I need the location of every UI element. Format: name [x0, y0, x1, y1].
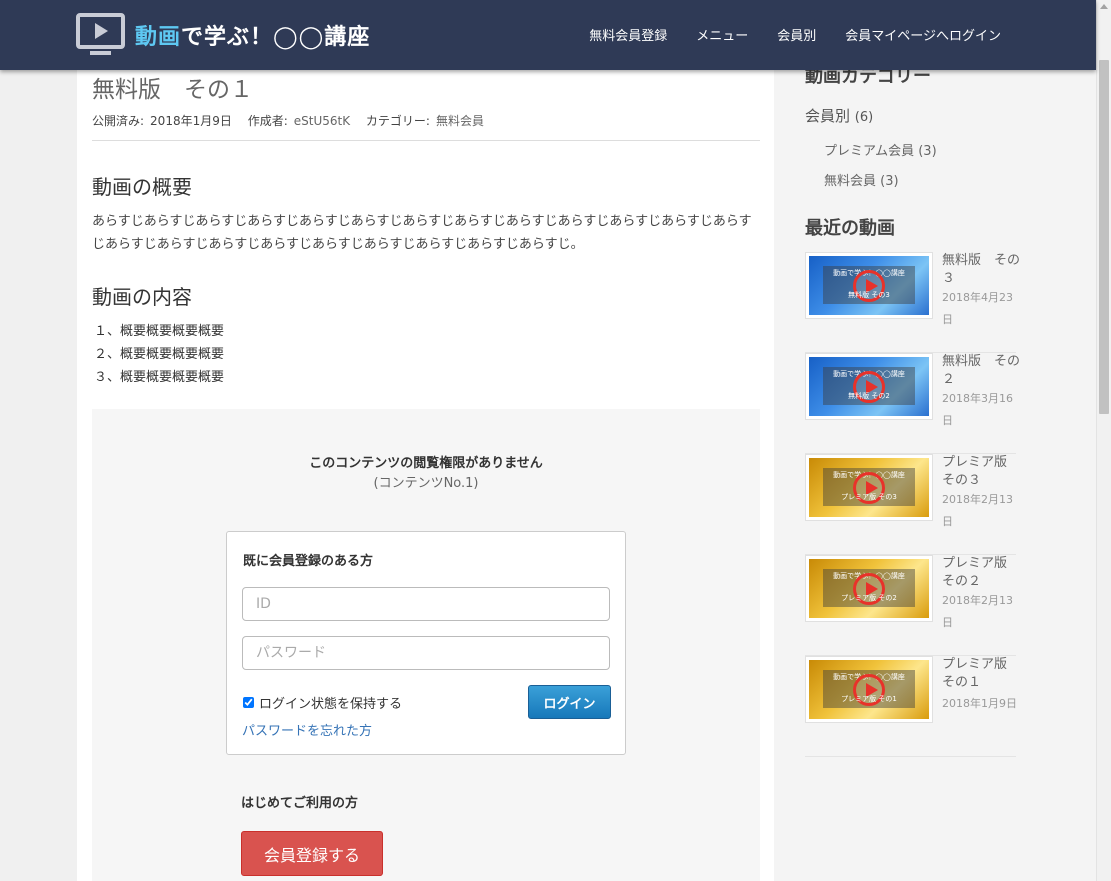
category-label[interactable]: 無料会員 [824, 174, 876, 189]
thumbnail-caption: 無料版 その2 [848, 392, 890, 400]
scrollbar-thumb[interactable] [1099, 60, 1109, 414]
nav-menu[interactable]: メニュー [696, 25, 748, 44]
content-number: (コンテンツNo.1) [373, 476, 479, 491]
login-form: 既に会員登録のある方 ログイン状態を保持する ログイン パスワードを忘れた方 [226, 531, 626, 755]
thumbnail-caption: 無料版 その3 [848, 291, 890, 299]
page-scrollbar[interactable] [1096, 0, 1111, 881]
list-item: ２、概要概要概要概要 [94, 347, 225, 362]
recent-video-title[interactable]: 無料版 その２ [942, 353, 1020, 389]
video-thumbnail[interactable]: 動画で学ぶ！◯◯講座 無料版 その3 [805, 252, 933, 319]
thumbnail-image: 動画で学ぶ！◯◯講座 プレミア版 その1 [809, 660, 929, 719]
recent-video-item[interactable]: 動画で学ぶ！◯◯講座 プレミア版 その3 プレミア版 その３ 2018年2月13日 [805, 454, 1016, 555]
main-nav: 無料会員登録 メニュー 会員別 会員マイページへログイン [589, 25, 1001, 44]
recent-video-item[interactable]: 動画で学ぶ！◯◯講座 プレミア版 その1 プレミア版 その１ 2018年1月9日 [805, 656, 1017, 757]
category-count: (6) [854, 110, 874, 125]
category-item-premium[interactable]: プレミアム会員 (3) [824, 140, 937, 159]
nav-free-register[interactable]: 無料会員登録 [589, 25, 667, 44]
category-count: (3) [880, 174, 899, 189]
register-button[interactable]: 会員登録する [241, 831, 383, 876]
password-input[interactable] [242, 636, 610, 670]
login-button[interactable]: ログイン [528, 685, 611, 719]
overview-heading: 動画の概要 [92, 175, 192, 199]
category-label: カテゴリー: [365, 114, 430, 128]
divider [92, 140, 760, 141]
category-count: (3) [918, 144, 937, 159]
first-time-label: はじめてご利用の方 [241, 796, 359, 811]
scroll-up-arrow-icon[interactable] [1100, 4, 1108, 9]
thumbnail-image: 動画で学ぶ！◯◯講座 無料版 その3 [809, 256, 929, 315]
id-input[interactable] [242, 587, 610, 621]
remember-checkbox[interactable] [243, 697, 254, 708]
recent-video-date: 2018年1月9日 [942, 697, 1017, 710]
overview-text: あらすじあらすじあらすじあらすじあらすじあらすじあらすじあらすじあらすじあらすじ… [92, 214, 752, 252]
list-item: ３、概要概要概要概要 [94, 370, 225, 385]
recent-video-date: 2018年2月13日 [942, 493, 1013, 528]
recent-video-title[interactable]: 無料版 その３ [942, 252, 1020, 288]
post-meta: 公開済み: 2018年1月9日 作成者: eStU56tK カテゴリー: 無料会員 [92, 112, 490, 129]
thumbnail-image: 動画で学ぶ！◯◯講座 プレミア版 その2 [809, 559, 929, 618]
thumbnail-caption: プレミア版 その1 [841, 695, 897, 703]
site-logo-text: 動画で学ぶ！◯◯講座 [135, 24, 371, 50]
recent-video-item[interactable]: 動画で学ぶ！◯◯講座 無料版 その2 無料版 その２ 2018年3月16日 [805, 353, 1020, 454]
category-label[interactable]: プレミアム会員 [824, 144, 914, 159]
published-date: 2018年1月9日 [150, 114, 232, 128]
thumbnail-image: 動画で学ぶ！◯◯講座 無料版 その2 [809, 357, 929, 416]
recent-video-title[interactable]: プレミア版 その３ [942, 454, 1020, 490]
recent-heading: 最近の動画 [805, 218, 895, 239]
content-heading: 動画の内容 [92, 285, 192, 309]
published-label: 公開済み: [92, 114, 145, 128]
recent-video-date: 2018年4月23日 [942, 291, 1013, 326]
category-label[interactable]: 会員別 [805, 107, 850, 125]
post-title: 無料版 その１ [92, 77, 253, 103]
remember-me[interactable]: ログイン状態を保持する [243, 693, 402, 712]
content-list: １、概要概要概要概要 ２、概要概要概要概要 ３、概要概要概要概要 [94, 320, 224, 389]
video-thumbnail[interactable]: 動画で学ぶ！◯◯講座 プレミア版 その2 [805, 555, 933, 622]
site-header: 動画で学ぶ！◯◯講座 無料会員登録 メニュー 会員別 会員マイページへログイン [0, 0, 1096, 70]
monitor-play-icon [76, 13, 125, 57]
author-label: 作成者: [247, 114, 288, 128]
thumbnail-caption: プレミア版 その3 [841, 493, 897, 501]
list-item: １、概要概要概要概要 [94, 324, 225, 339]
thumbnail-caption: プレミア版 その2 [841, 594, 897, 602]
video-thumbnail[interactable]: 動画で学ぶ！◯◯講座 プレミア版 その3 [805, 454, 933, 521]
nav-by-membership[interactable]: 会員別 [777, 25, 816, 44]
video-thumbnail[interactable]: 動画で学ぶ！◯◯講座 無料版 その2 [805, 353, 933, 420]
category-item-root[interactable]: 会員別 (6) [805, 105, 873, 126]
remember-label: ログイン状態を保持する [259, 697, 403, 712]
login-form-title: 既に会員登録のある方 [243, 554, 374, 569]
recent-video-item[interactable]: 動画で学ぶ！◯◯講座 プレミア版 その2 プレミア版 その２ 2018年2月13日 [805, 555, 1016, 656]
no-permission-message: このコンテンツの閲覧権限がありません [309, 456, 543, 471]
recent-video-title[interactable]: プレミア版 その１ [942, 656, 1020, 692]
author-link[interactable]: eStU56tK [294, 114, 350, 128]
recent-video-date: 2018年2月13日 [942, 594, 1013, 629]
thumbnail-image: 動画で学ぶ！◯◯講座 プレミア版 その3 [809, 458, 929, 517]
nav-mypage-login[interactable]: 会員マイページへログイン [845, 25, 1001, 44]
video-thumbnail[interactable]: 動画で学ぶ！◯◯講座 プレミア版 その1 [805, 656, 933, 723]
site-logo[interactable]: 動画で学ぶ！◯◯講座 [76, 13, 370, 57]
recent-video-item[interactable]: 動画で学ぶ！◯◯講座 無料版 その3 無料版 その３ 2018年4月23日 [805, 252, 1020, 353]
category-item-free[interactable]: 無料会員 (3) [824, 170, 899, 189]
recent-video-date: 2018年3月16日 [942, 392, 1013, 427]
category-link[interactable]: 無料会員 [436, 114, 484, 128]
forgot-password-link[interactable]: パスワードを忘れた方 [242, 720, 372, 739]
recent-video-title[interactable]: プレミア版 その２ [942, 555, 1020, 591]
